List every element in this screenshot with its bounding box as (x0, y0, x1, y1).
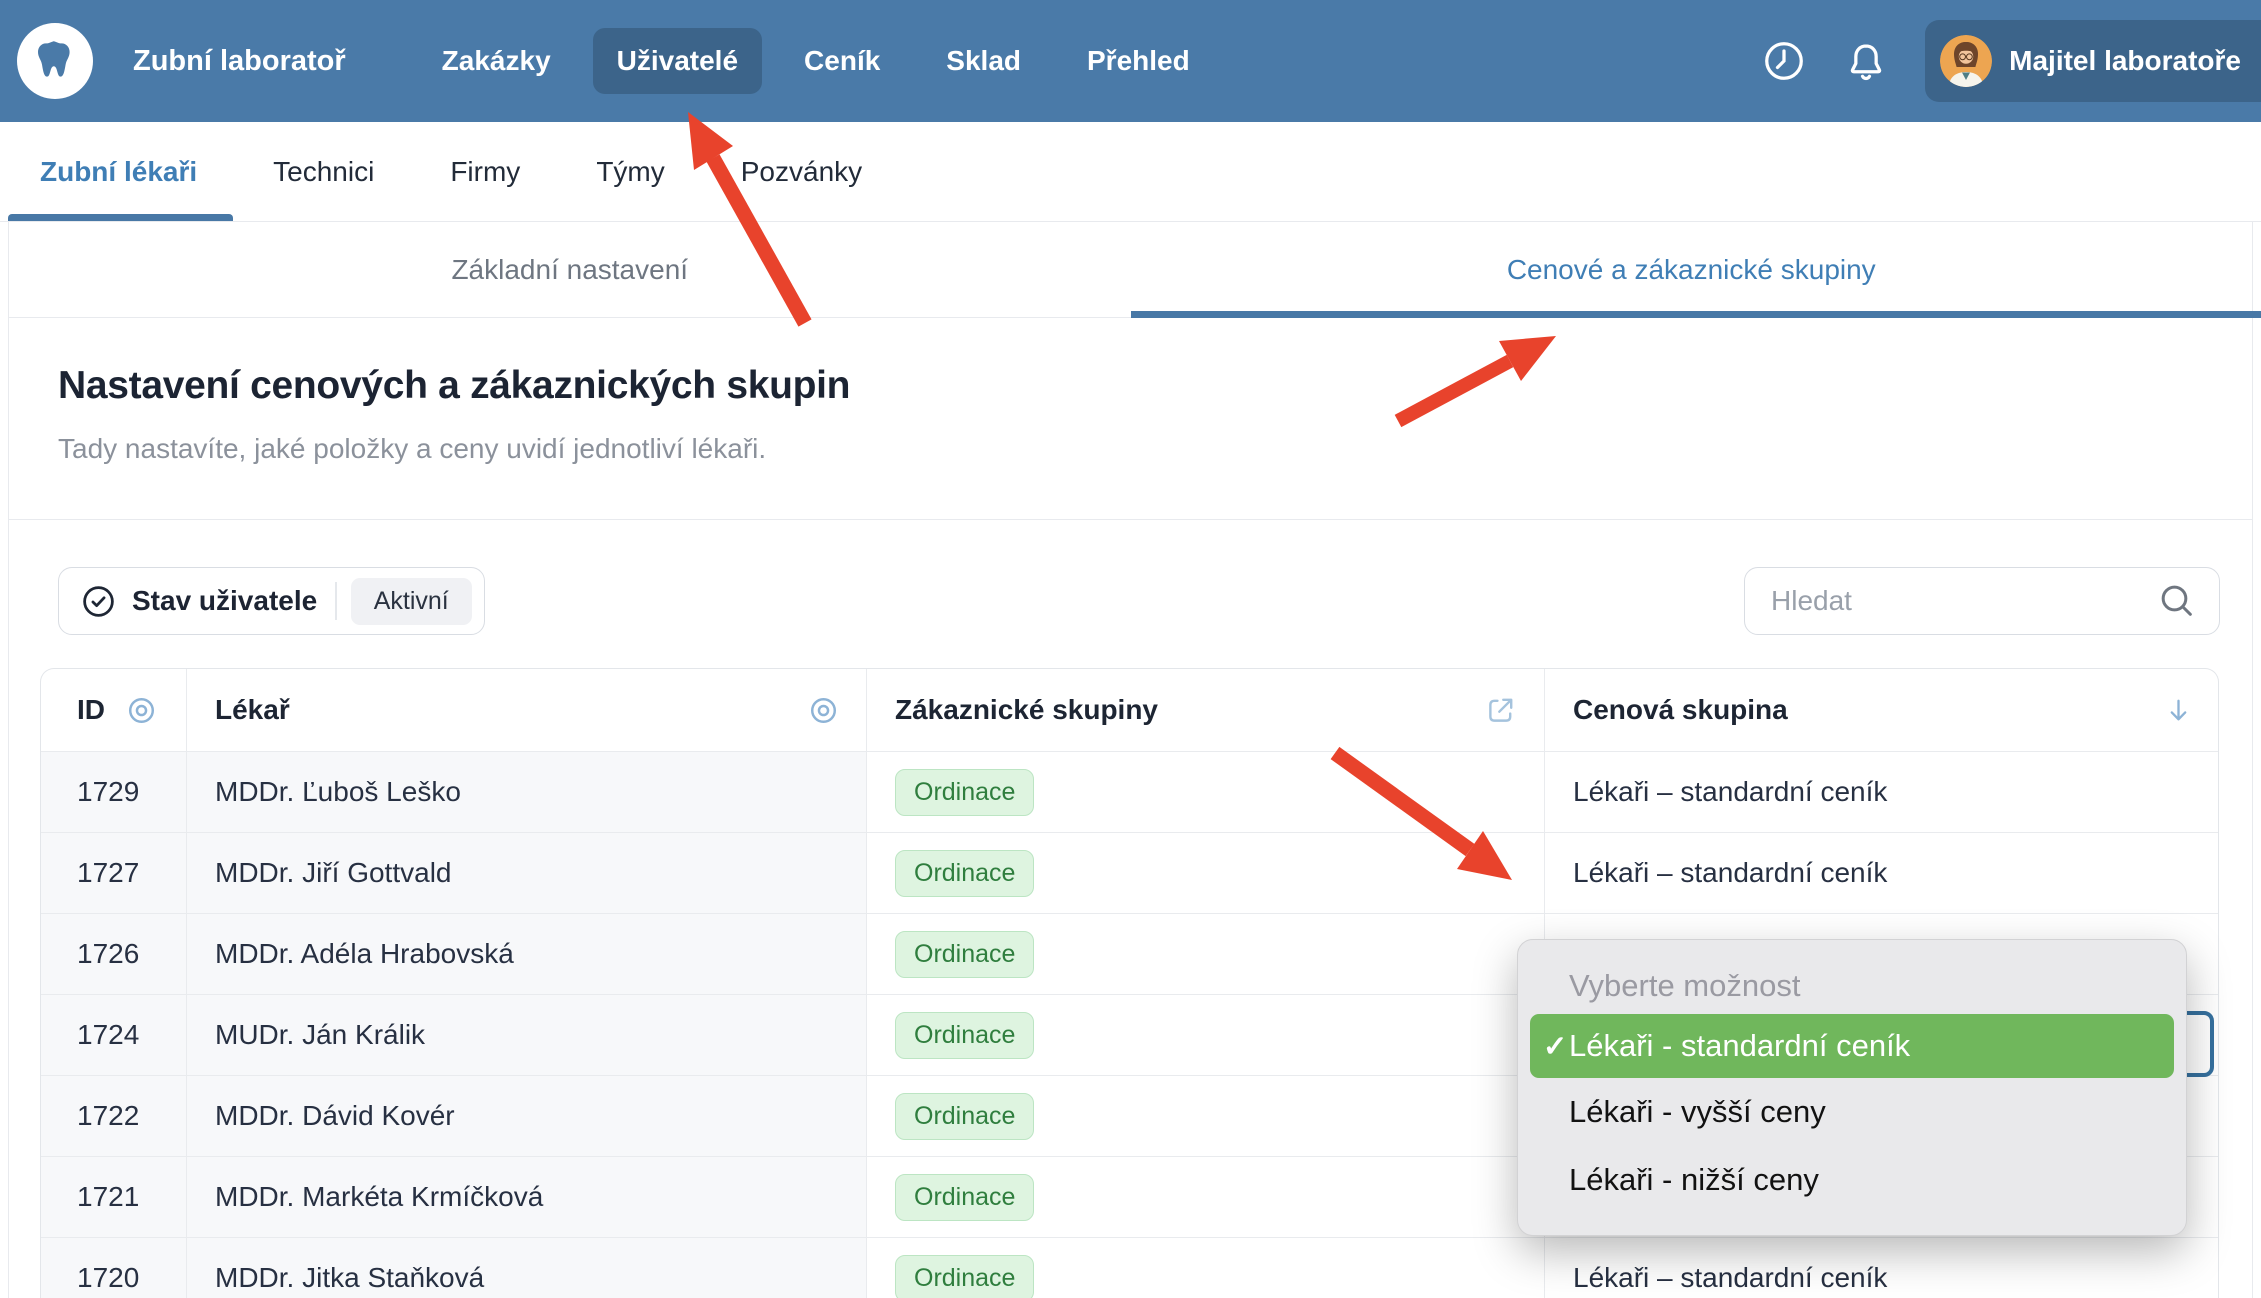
arrow-down-icon[interactable] (2163, 695, 2194, 726)
customer-group-badge[interactable]: Ordinace (895, 1255, 1034, 1298)
column-label: ID (77, 694, 105, 726)
user-name: Majitel laboratoře (2009, 45, 2241, 77)
cell-customer-groups: Ordinace (867, 752, 1545, 832)
column-header-price-group[interactable]: Cenová skupina (1545, 669, 2219, 751)
cell-price-group[interactable]: Lékaři – standardní ceník (1545, 752, 2219, 832)
cell-customer-groups: Ordinace (867, 1238, 1545, 1298)
cell-customer-groups: Ordinace (867, 1157, 1545, 1237)
table-toolbar: Stav uživatele Aktivní (9, 520, 2252, 668)
price-group-dropdown: Vyberte možnost ✓ Lékaři - standardní ce… (1517, 939, 2187, 1236)
column-header-id[interactable]: ID (41, 669, 187, 751)
tab-zubni-lekari[interactable]: Zubní lékaři (40, 122, 197, 221)
cell-id: 1726 (41, 914, 187, 994)
cell-doctor: MDDr. Adéla Hrabovská (187, 914, 867, 994)
tab-technici[interactable]: Technici (273, 122, 374, 221)
section-header: Nastavení cenových a zákaznických skupin… (9, 318, 2252, 520)
customer-group-badge[interactable]: Ordinace (895, 850, 1034, 897)
navbar-right: Majitel laboratoře (1761, 20, 2261, 102)
checkmark-icon: ✓ (1531, 1029, 1569, 1064)
cell-doctor: MDDr. Jiří Gottvald (187, 833, 867, 913)
customer-group-badge[interactable]: Ordinace (895, 1012, 1034, 1059)
cell-doctor: MDDr. Ľuboš Leško (187, 752, 867, 832)
brand-title: Zubní laboratoř (133, 45, 346, 78)
main-nav: Zakázky Uživatelé Ceník Sklad Přehled (418, 28, 1214, 94)
subtab-zakladni-nastaveni[interactable]: Základní nastavení (9, 222, 1131, 317)
cell-id: 1720 (41, 1238, 187, 1298)
customer-group-badge[interactable]: Ordinace (895, 1174, 1034, 1221)
search-icon (2157, 581, 2197, 621)
cell-customer-groups: Ordinace (867, 995, 1545, 1075)
cell-id: 1721 (41, 1157, 187, 1237)
price-group-value: Lékaři – standardní ceník (1573, 776, 1887, 808)
settings-subtabs: Základní nastavení Cenové a zákaznické s… (9, 222, 2252, 318)
dropdown-option-nizsi[interactable]: Lékaři - nižší ceny (1518, 1146, 2186, 1214)
cell-price-group[interactable]: Lékaři – standardní ceník (1545, 1238, 2219, 1298)
filter-label: Stav uživatele (132, 585, 317, 617)
column-label: Lékař (215, 694, 290, 726)
page-subtitle: Tady nastavíte, jaké položky a ceny uvid… (58, 433, 2252, 465)
users-tabs: Zubní lékaři Technici Firmy Týmy Pozvánk… (0, 122, 2261, 222)
dropdown-option-standardni[interactable]: ✓ Lékaři - standardní ceník (1530, 1014, 2174, 1078)
tab-tymy[interactable]: Týmy (596, 122, 664, 221)
tab-firmy[interactable]: Firmy (450, 122, 520, 221)
price-group-value: Lékaři – standardní ceník (1573, 1262, 1887, 1294)
check-circle-icon (80, 583, 117, 620)
option-label: Lékaři - standardní ceník (1569, 1028, 1910, 1064)
option-label: Lékaři - nižší ceny (1569, 1162, 1819, 1198)
subtab-cenove-skupiny[interactable]: Cenové a zákaznické skupiny (1131, 222, 2253, 317)
nav-item-zakazky[interactable]: Zakázky (418, 28, 575, 94)
table-row[interactable]: 1727 MDDr. Jiří Gottvald Ordinace Lékaři… (41, 832, 2218, 913)
cell-id: 1729 (41, 752, 187, 832)
top-navbar: Zubní laboratoř Zakázky Uživatelé Ceník … (0, 0, 2261, 122)
table-row[interactable]: 1720 MDDr. Jitka Staňková Ordinace Lékař… (41, 1237, 2218, 1298)
cell-doctor: MUDr. Ján Králik (187, 995, 867, 1075)
app-page: Zubní laboratoř Zakázky Uživatelé Ceník … (0, 0, 2261, 1298)
eye-icon[interactable] (807, 694, 840, 727)
user-avatar (1940, 35, 1992, 87)
dropdown-placeholder: Vyberte možnost (1518, 958, 2186, 1014)
search-box (1744, 567, 2220, 635)
cell-doctor: MDDr. Markéta Krmíčková (187, 1157, 867, 1237)
nav-item-sklad[interactable]: Sklad (922, 28, 1045, 94)
cell-customer-groups: Ordinace (867, 833, 1545, 913)
nav-item-prehled[interactable]: Přehled (1063, 28, 1214, 94)
table-row[interactable]: 1729 MDDr. Ľuboš Leško Ordinace Lékaři –… (41, 751, 2218, 832)
filter-divider (335, 582, 337, 620)
cell-customer-groups: Ordinace (867, 1076, 1545, 1156)
app-logo[interactable] (17, 23, 93, 99)
placeholder-label: Vyberte možnost (1569, 968, 1800, 1004)
cell-customer-groups: Ordinace (867, 914, 1545, 994)
cell-id: 1724 (41, 995, 187, 1075)
tooth-icon (31, 35, 79, 88)
column-label: Zákaznické skupiny (895, 694, 1158, 726)
customer-group-badge[interactable]: Ordinace (895, 769, 1034, 816)
column-label: Cenová skupina (1573, 694, 1788, 726)
user-status-filter[interactable]: Stav uživatele Aktivní (58, 567, 485, 635)
column-header-customer-groups[interactable]: Zákaznické skupiny (867, 669, 1545, 751)
customer-group-badge[interactable]: Ordinace (895, 931, 1034, 978)
table-header-row: ID Lékař Zákaznick (41, 669, 2218, 751)
customer-group-badge[interactable]: Ordinace (895, 1093, 1034, 1140)
nav-item-uzivatele[interactable]: Uživatelé (593, 28, 762, 94)
filter-value-badge[interactable]: Aktivní (351, 578, 472, 625)
nav-item-cenik[interactable]: Ceník (780, 28, 904, 94)
search-input[interactable] (1771, 585, 2145, 617)
page-title: Nastavení cenových a zákaznických skupin (58, 364, 2252, 408)
cell-id: 1722 (41, 1076, 187, 1156)
external-link-icon[interactable] (1484, 693, 1518, 727)
column-header-doctor[interactable]: Lékař (187, 669, 867, 751)
tab-pozvanky[interactable]: Pozvánky (741, 122, 862, 221)
cell-doctor: MDDr. Jitka Staňková (187, 1238, 867, 1298)
dropdown-option-vyssi[interactable]: Lékaři - vyšší ceny (1518, 1078, 2186, 1146)
notifications-bell-icon[interactable] (1843, 38, 1889, 84)
eye-icon[interactable] (125, 694, 158, 727)
cell-doctor: MDDr. Dávid Kovér (187, 1076, 867, 1156)
user-menu[interactable]: Majitel laboratoře (1925, 20, 2261, 102)
history-clock-icon[interactable] (1761, 38, 1807, 84)
price-group-value: Lékaři – standardní ceník (1573, 857, 1887, 889)
option-label: Lékaři - vyšší ceny (1569, 1094, 1826, 1130)
cell-id: 1727 (41, 833, 187, 913)
cell-price-group[interactable]: Lékaři – standardní ceník (1545, 833, 2219, 913)
